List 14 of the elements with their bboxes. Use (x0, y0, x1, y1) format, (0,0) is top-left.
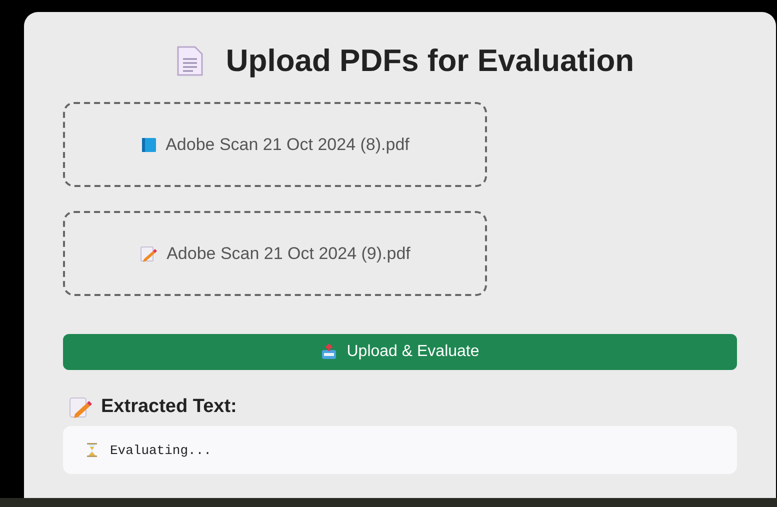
file-name: Adobe Scan 21 Oct 2024 (8).pdf (166, 134, 410, 154)
output-text: Evaluating... (110, 442, 212, 458)
file-drop-zone[interactable]: Adobe Scan 21 Oct 2024 (9).pdf (63, 211, 487, 296)
file-name: Adobe Scan 21 Oct 2024 (9).pdf (166, 244, 410, 264)
memo-icon (140, 246, 158, 262)
upload-evaluate-button[interactable]: Upload & Evaluate (63, 334, 737, 370)
book-icon (140, 136, 157, 152)
document-icon (176, 45, 204, 77)
file-drop-zone[interactable]: Adobe Scan 21 Oct 2024 (8).pdf (63, 102, 487, 187)
page-title: Upload PDFs for Evaluation (226, 43, 634, 79)
memo-icon (69, 396, 93, 418)
inbox-tray-icon (320, 344, 337, 360)
section-heading: Extracted Text: (101, 396, 237, 418)
hourglass-icon (87, 443, 97, 457)
